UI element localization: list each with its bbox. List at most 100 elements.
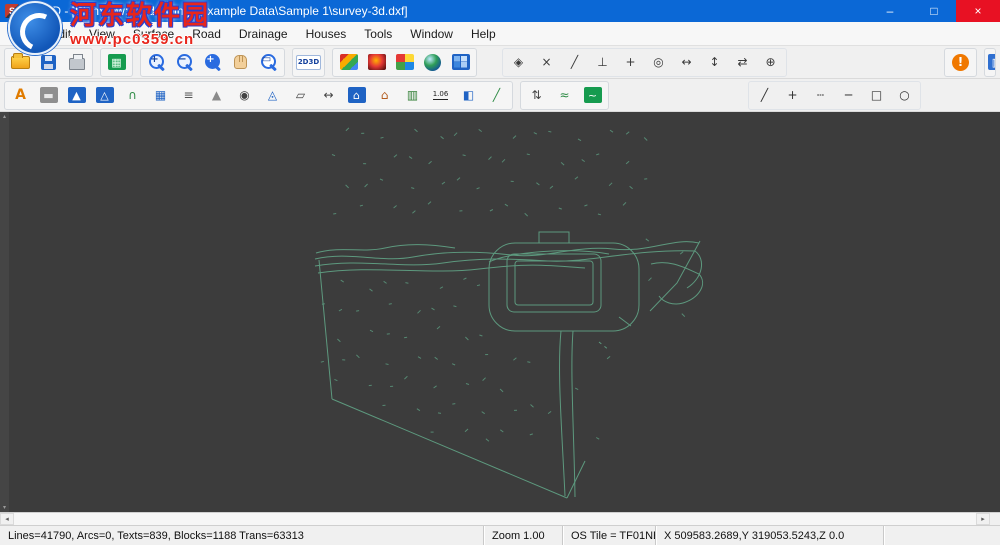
error-list-button[interactable]: ! xyxy=(947,50,974,75)
print-button[interactable] xyxy=(63,50,90,75)
site3d-window: { "window": { "title": "Site3D - [PlanVi… xyxy=(0,0,1000,545)
model-3d-icon: ◬ xyxy=(267,88,278,102)
snap-center-button[interactable]: ◎ xyxy=(645,50,672,75)
elevation-heatmap-icon xyxy=(367,54,386,70)
elevation-heatmap-button[interactable] xyxy=(363,50,390,75)
os-tile: OS Tile = TF01NE xyxy=(562,525,655,545)
model-3d-button[interactable]: ◬ xyxy=(259,83,286,108)
menu-file[interactable]: File xyxy=(4,23,41,45)
measure-icon: ↔ xyxy=(323,88,334,102)
scroll-right-icon[interactable]: ▸ xyxy=(976,513,990,525)
draw-circle-icon: ○ xyxy=(899,88,910,102)
slope-line-button[interactable]: ╱ xyxy=(483,83,510,108)
menu-surface[interactable]: Surface xyxy=(124,23,183,45)
zoom-window-button[interactable]: ▭ xyxy=(255,50,282,75)
quantities-sheet-button[interactable]: ▥ xyxy=(399,83,426,108)
app-icon: S xyxy=(5,4,19,18)
plan-view-canvas[interactable] xyxy=(9,112,1000,512)
snap-perpendicular-button[interactable]: ⊥ xyxy=(589,50,616,75)
scrollbar-corner xyxy=(990,513,1000,525)
snap-settings-button[interactable]: ◈ xyxy=(505,50,532,75)
measure-button[interactable]: ↔ xyxy=(315,83,342,108)
crossing-sign-button[interactable]: ▲ xyxy=(63,83,90,108)
snap-rotate-button[interactable]: ⊕ xyxy=(757,50,784,75)
open-button[interactable] xyxy=(7,50,34,75)
draw-line-button[interactable]: ╱ xyxy=(751,83,778,108)
contour-colours-button[interactable] xyxy=(335,50,362,75)
menu-view[interactable]: View xyxy=(80,23,124,45)
house-import-button[interactable]: ⌂ xyxy=(343,83,370,108)
snap-settings-icon: ◈ xyxy=(513,55,524,69)
quad-colours-button[interactable] xyxy=(391,50,418,75)
snap-intersection-icon: × xyxy=(541,55,552,69)
survey-station-icon: ◉ xyxy=(239,88,250,102)
scroll-up-icon[interactable]: ▴ xyxy=(3,113,6,120)
surface-3d-view-button[interactable]: ▦ xyxy=(103,50,130,75)
snap-horizontal-button[interactable]: ↔ xyxy=(673,50,700,75)
toolbar-row-2: A ▬ ▲ △ ∩ ▦ ≡ ▲ ◉ ◬ ▱ ↔ ⌂ ⌂ ▥ 1.06 ◧ ╱ ⇅ ≈ ~ ╱ + ┄ ─ □ ○ xyxy=(0,79,1000,112)
horizontal-scrollbar[interactable]: ◂ ▸ xyxy=(0,512,1000,525)
draw-circle-button[interactable]: ○ xyxy=(891,83,918,108)
house-import-icon: ⌂ xyxy=(347,87,366,103)
rendered-globe-icon xyxy=(424,53,441,71)
surface-list-button[interactable]: ≡ xyxy=(175,83,202,108)
pan-button[interactable] xyxy=(227,50,254,75)
level-label-button[interactable]: 1.06 xyxy=(427,83,454,108)
tin-triangle-button[interactable]: ▲ xyxy=(203,83,230,108)
scroll-down-icon[interactable]: ▾ xyxy=(3,504,6,511)
road-surface-button[interactable]: ▬ xyxy=(35,83,62,108)
vertical-scrollbar[interactable]: ▴ ▾ xyxy=(0,112,9,512)
house-place-button[interactable]: ⌂ xyxy=(371,83,398,108)
menu-help[interactable]: Help xyxy=(462,23,505,45)
menu-tools[interactable]: Tools xyxy=(355,23,401,45)
volume-cube-button[interactable]: ◧ xyxy=(455,83,482,108)
warning-sign-button[interactable]: △ xyxy=(91,83,118,108)
snap-nearest-button[interactable]: ╱ xyxy=(561,50,588,75)
snap-midpoint-button[interactable]: + xyxy=(617,50,644,75)
draw-rect-button[interactable]: □ xyxy=(863,83,890,108)
scroll-left-icon[interactable]: ◂ xyxy=(0,513,14,525)
horizontal-scroll-track[interactable] xyxy=(14,513,976,525)
draw-point-button[interactable]: + xyxy=(779,83,806,108)
menu-window[interactable]: Window xyxy=(401,23,462,45)
snap-intersection-button[interactable]: × xyxy=(533,50,560,75)
save-button[interactable] xyxy=(35,50,62,75)
survey-station-button[interactable]: ◉ xyxy=(231,83,258,108)
workspace: ▴ ▾ xyxy=(0,112,1000,512)
titlebar[interactable]: S Site3D - [PlanView: M:\drawings\Exampl… xyxy=(0,0,1000,22)
alerts-group: ! xyxy=(944,47,977,77)
overflow-button[interactable]: ▥ xyxy=(987,50,995,75)
rendered-globe-button[interactable] xyxy=(419,50,446,75)
draw-polyline-button[interactable]: ─ xyxy=(835,83,862,108)
zoom-out-button[interactable]: − xyxy=(171,50,198,75)
zoom-in-button[interactable]: + xyxy=(143,50,170,75)
section-view-button[interactable]: ▱ xyxy=(287,83,314,108)
slope-line-icon: ╱ xyxy=(492,88,501,102)
text-style-button[interactable]: A xyxy=(7,83,34,108)
projection-group: 2D3D xyxy=(292,47,325,77)
close-button[interactable]: × xyxy=(956,0,1000,22)
survey-drawing xyxy=(314,127,704,499)
flow-surface-button[interactable]: ~ xyxy=(579,83,606,108)
maximize-button[interactable]: □ xyxy=(912,0,956,22)
menu-houses[interactable]: Houses xyxy=(297,23,356,45)
embankment-button[interactable]: ∩ xyxy=(119,83,146,108)
toggle-2d-3d-button[interactable]: 2D3D xyxy=(295,50,322,75)
draw-dashed-button[interactable]: ┄ xyxy=(807,83,834,108)
snap-grid-button[interactable]: ⇄ xyxy=(729,50,756,75)
snap-nearest-icon: ╱ xyxy=(570,55,579,69)
cursor-coordinates: X 509583.2689,Y 319053.5243,Z 0.0 xyxy=(655,525,883,545)
snap-vertical-button[interactable]: ↕ xyxy=(701,50,728,75)
menu-road[interactable]: Road xyxy=(183,23,230,45)
tile-view-button[interactable] xyxy=(447,50,474,75)
design-group: A ▬ ▲ △ ∩ ▦ ≡ ▲ ◉ ◬ ▱ ↔ ⌂ ⌂ ▥ 1.06 ◧ ╱ xyxy=(4,80,513,110)
watercourse-button[interactable]: ≈ xyxy=(551,83,578,108)
menu-edit[interactable]: Edit xyxy=(41,23,80,45)
snap-group: ◈ × ╱ ⊥ + ◎ ↔ ↕ ⇄ ⊕ xyxy=(502,47,787,77)
point-table-button[interactable]: ▦ xyxy=(147,83,174,108)
zoom-extents-button[interactable]: + xyxy=(199,50,226,75)
minimize-button[interactable]: – xyxy=(868,0,912,22)
menu-drainage[interactable]: Drainage xyxy=(230,23,297,45)
draw-rect-icon: □ xyxy=(870,88,883,102)
layer-order-button[interactable]: ⇅ xyxy=(523,83,550,108)
